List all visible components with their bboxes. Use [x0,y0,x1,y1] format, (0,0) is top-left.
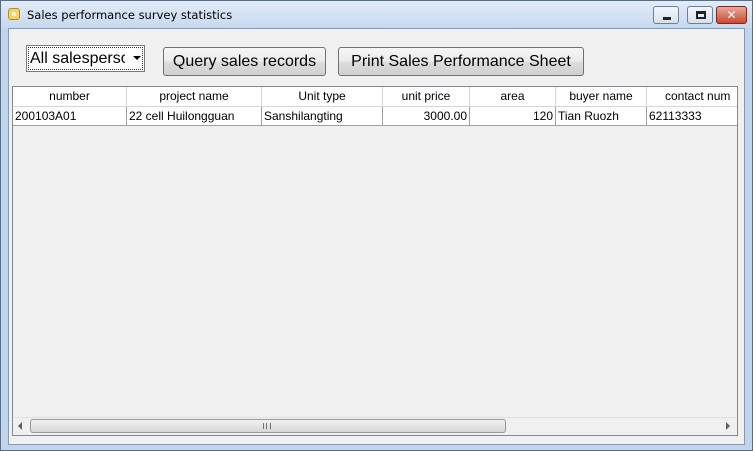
cell-buyer-name[interactable]: Tian Ruozh [556,107,647,126]
table-header: number project name Unit type unit price… [13,87,737,107]
column-header-unit-price[interactable]: unit price [383,87,470,107]
minimize-button[interactable] [653,6,679,24]
main-window: Sales performance survey statistics ✕ Al… [0,0,753,451]
cell-number[interactable]: 200103A01 [13,107,127,126]
salesperson-dropdown[interactable]: All salesperson [26,45,145,72]
minimize-icon [663,17,671,20]
sales-records-table[interactable]: number project name Unit type unit price… [12,86,738,436]
client-area: All salesperson Query sales records Prin… [8,28,745,445]
window-title: Sales performance survey statistics [27,8,233,22]
maximize-button[interactable] [687,6,713,24]
cell-contact-num[interactable]: 62113333 [647,107,737,126]
column-header-buyer-name[interactable]: buyer name [556,87,647,107]
chevron-down-icon[interactable] [133,56,141,60]
grip-icon [263,423,271,429]
column-header-area[interactable]: area [470,87,556,107]
column-header-number[interactable]: number [13,87,127,107]
column-header-project-name[interactable]: project name [127,87,262,107]
salesperson-selected-value: All salesperson [30,50,125,67]
app-icon[interactable] [8,8,20,20]
cell-unit-price[interactable]: 3000.00 [383,107,470,126]
query-sales-records-button[interactable]: Query sales records [163,47,326,76]
maximize-icon [696,11,706,19]
cell-project-name[interactable]: 22 cell Huilongguan [127,107,262,126]
horizontal-scrollbar[interactable] [13,417,737,434]
column-header-contact-num[interactable]: contact num [647,87,737,107]
close-button[interactable]: ✕ [716,6,747,24]
column-header-unit-type[interactable]: Unit type [262,87,383,107]
scroll-right-icon[interactable] [726,422,730,430]
table-row[interactable]: 200103A01 22 cell Huilongguan Sanshilang… [13,107,737,126]
title-bar[interactable]: Sales performance survey statistics ✕ [1,1,752,28]
close-icon: ✕ [726,8,737,22]
scroll-left-icon[interactable] [18,422,22,430]
cell-area[interactable]: 120 [470,107,556,126]
cell-unit-type[interactable]: Sanshilangting [262,107,383,126]
scrollbar-thumb[interactable] [30,419,506,433]
print-sales-sheet-button[interactable]: Print Sales Performance Sheet [338,47,584,76]
